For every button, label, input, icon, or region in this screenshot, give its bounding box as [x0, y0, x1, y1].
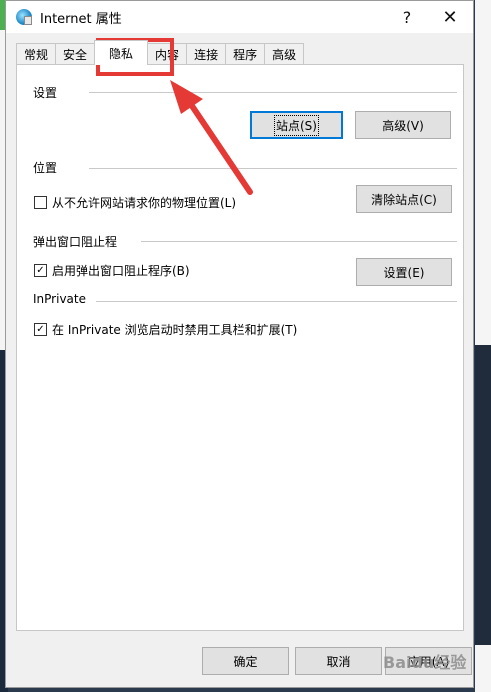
tab-privacy[interactable]: 隐私 [94, 40, 149, 65]
annotation-arrow-icon [170, 80, 253, 195]
watermark: Baidu经验 [383, 653, 467, 672]
